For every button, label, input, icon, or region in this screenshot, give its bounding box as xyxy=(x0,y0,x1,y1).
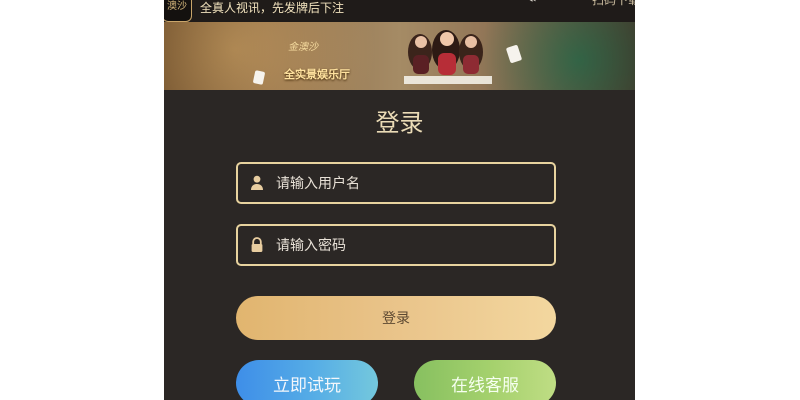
playing-card-icon xyxy=(252,70,266,85)
lock-icon xyxy=(251,237,263,252)
login-screen: 澳沙 全真人视讯，先发牌后下注 ⌁ 扫码下载 金澳沙 全实景娱乐厅 登录 请输入… xyxy=(164,0,635,400)
banner-subtitle: 全实景娱乐厅 xyxy=(284,68,350,81)
download-link[interactable]: ⌁ 扫码下载 xyxy=(528,0,635,8)
playing-card-icon xyxy=(505,44,523,64)
password-field[interactable] xyxy=(236,224,556,266)
header-tagline: 全真人视讯，先发牌后下注 xyxy=(200,1,345,15)
password-input[interactable] xyxy=(274,233,538,259)
username-input[interactable] xyxy=(274,171,538,197)
download-label: 扫码下载 xyxy=(591,0,635,7)
promo-banner: 金澳沙 全实景娱乐厅 xyxy=(164,22,635,90)
brand-logo: 澳沙 xyxy=(164,0,192,22)
online-service-button[interactable]: 在线客服 xyxy=(414,360,556,400)
banner-brand: 金澳沙 xyxy=(288,42,318,53)
top-bar: 澳沙 全真人视讯，先发牌后下注 ⌁ 扫码下载 xyxy=(164,0,635,22)
dealer-photo xyxy=(404,30,492,84)
try-now-button[interactable]: 立即试玩 xyxy=(236,360,378,400)
login-title: 登录 xyxy=(375,109,424,137)
username-field[interactable] xyxy=(236,162,556,204)
login-button[interactable]: 登录 xyxy=(236,296,556,340)
user-icon xyxy=(251,175,263,190)
qr-code-icon: ⌁ xyxy=(528,0,537,8)
